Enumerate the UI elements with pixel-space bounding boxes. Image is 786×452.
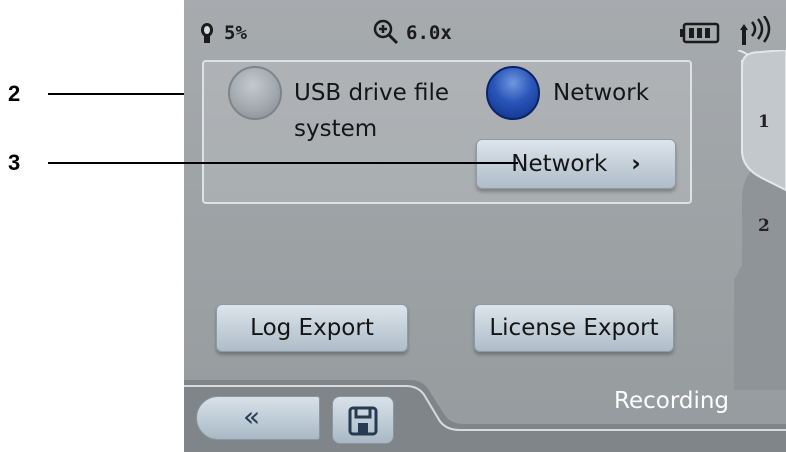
- zoom-level: 6.0x: [406, 22, 452, 44]
- bulb-icon: [201, 23, 213, 43]
- back-button[interactable]: «: [196, 396, 320, 440]
- battery-icon: [680, 22, 720, 44]
- floppy-disk-icon: [348, 406, 378, 436]
- usb-drive-label-line2: system: [294, 116, 378, 142]
- zoom-in-icon: [373, 19, 399, 45]
- tab-1[interactable]: 1: [758, 112, 770, 132]
- callout-3-line: [48, 162, 518, 164]
- device-screen: 5% 6.0x USB drive file system Network Ne…: [184, 0, 786, 452]
- usb-drive-radio[interactable]: [228, 66, 282, 120]
- network-radio-label: Network: [553, 80, 650, 106]
- callout-3-label: 3: [8, 150, 21, 175]
- network-settings-button-label: Network: [511, 151, 608, 177]
- license-export-button[interactable]: License Export: [474, 304, 674, 352]
- network-settings-button[interactable]: Network ›: [476, 139, 676, 189]
- status-bar: 5% 6.0x: [184, 10, 786, 50]
- battery-percent: 5%: [224, 22, 247, 44]
- recording-label: Recording: [614, 388, 730, 414]
- usb-drive-label-line1: USB drive file: [294, 80, 450, 106]
- page-tabs: 1 2: [734, 50, 786, 390]
- save-button[interactable]: [332, 396, 394, 444]
- license-export-label: License Export: [489, 315, 659, 341]
- double-chevron-left-icon: «: [243, 400, 261, 433]
- log-export-label: Log Export: [250, 315, 374, 341]
- network-radio[interactable]: [486, 66, 540, 120]
- tab-2[interactable]: 2: [758, 216, 770, 236]
- chevron-right-icon: ›: [631, 151, 641, 177]
- log-export-button[interactable]: Log Export: [216, 304, 408, 352]
- signal-icon: [740, 16, 771, 45]
- callout-2-label: 2: [8, 81, 21, 106]
